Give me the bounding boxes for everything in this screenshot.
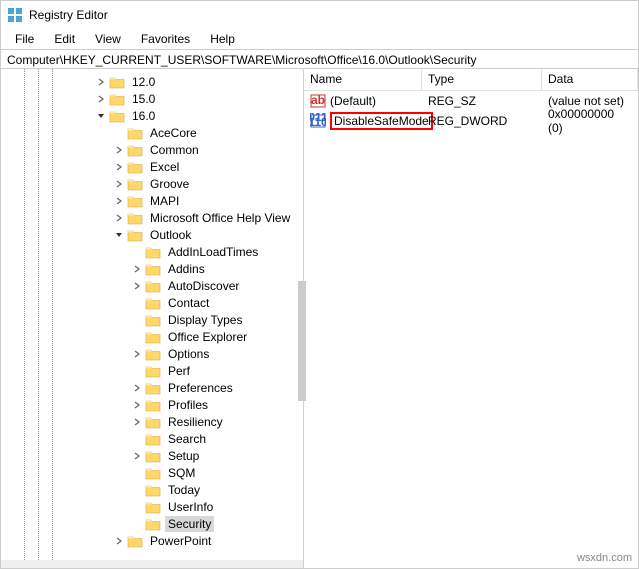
folder-icon: [145, 262, 161, 276]
chevron-right-icon[interactable]: [113, 195, 125, 207]
menu-favorites[interactable]: Favorites: [131, 30, 200, 48]
chevron-right-icon[interactable]: [113, 212, 125, 224]
chevron-right-icon[interactable]: [131, 399, 143, 411]
value-name-edit[interactable]: DisableSafeMode: [330, 112, 433, 130]
folder-icon: [145, 330, 161, 344]
chevron-right-icon[interactable]: [131, 382, 143, 394]
menu-edit[interactable]: Edit: [44, 30, 85, 48]
folder-icon: [145, 432, 161, 446]
grid-header: Name Type Data: [304, 69, 638, 91]
col-name[interactable]: Name: [304, 69, 422, 90]
chevron-right-icon[interactable]: [95, 76, 107, 88]
folder-icon: [145, 279, 161, 293]
chevron-right-icon[interactable]: [95, 93, 107, 105]
chevron-right-icon[interactable]: [131, 280, 143, 292]
folder-icon: [109, 75, 125, 89]
col-data[interactable]: Data: [542, 69, 638, 90]
values-pane[interactable]: Name Type Data (Default) REG_SZ (value n…: [303, 69, 638, 568]
folder-icon: [145, 500, 161, 514]
window-title: Registry Editor: [29, 8, 108, 22]
folder-icon: [127, 126, 143, 140]
folder-icon: [145, 245, 161, 259]
folder-icon: [145, 313, 161, 327]
watermark: wsxdn.com: [577, 552, 632, 564]
value-row-disablesafemode[interactable]: DisableSafeMode REG_DWORD 0x00000000 (0): [304, 111, 638, 131]
address-bar[interactable]: Computer\HKEY_CURRENT_USER\SOFTWARE\Micr…: [1, 49, 638, 69]
pane-splitter[interactable]: [298, 281, 306, 401]
folder-icon: [127, 228, 143, 242]
folder-icon: [145, 398, 161, 412]
chevron-right-icon[interactable]: [113, 161, 125, 173]
folder-icon: [145, 381, 161, 395]
folder-icon: [127, 143, 143, 157]
folder-icon: [145, 449, 161, 463]
title-bar: Registry Editor: [1, 1, 638, 29]
folder-icon: [127, 534, 143, 548]
chevron-right-icon[interactable]: [131, 416, 143, 428]
folder-icon: [145, 483, 161, 497]
menu-view[interactable]: View: [85, 30, 131, 48]
folder-icon: [145, 466, 161, 480]
chevron-right-icon[interactable]: [113, 144, 125, 156]
string-value-icon: [310, 93, 326, 109]
col-type[interactable]: Type: [422, 69, 542, 90]
tree-pane[interactable]: 12.0 15.0 16.0 AceCore Common Excel Groo…: [1, 69, 303, 568]
folder-icon: [145, 364, 161, 378]
chevron-right-icon[interactable]: [131, 450, 143, 462]
chevron-down-icon[interactable]: [95, 110, 107, 122]
folder-icon: [109, 109, 125, 123]
folder-icon: [127, 160, 143, 174]
folder-icon: [145, 415, 161, 429]
folder-icon: [145, 296, 161, 310]
folder-icon: [127, 177, 143, 191]
app-icon: [7, 7, 23, 23]
folder-icon: [127, 194, 143, 208]
binary-value-icon: [310, 113, 326, 129]
tree-horizontal-scrollbar[interactable]: [1, 560, 303, 568]
chevron-right-icon[interactable]: [113, 178, 125, 190]
menu-file[interactable]: File: [5, 30, 44, 48]
chevron-right-icon[interactable]: [113, 535, 125, 547]
chevron-right-icon[interactable]: [131, 348, 143, 360]
folder-icon: [145, 347, 161, 361]
folder-icon: [109, 92, 125, 106]
folder-icon: [145, 517, 161, 531]
chevron-right-icon[interactable]: [131, 263, 143, 275]
chevron-down-icon[interactable]: [113, 229, 125, 241]
menu-bar: File Edit View Favorites Help: [1, 29, 638, 49]
folder-icon: [127, 211, 143, 225]
menu-help[interactable]: Help: [200, 30, 245, 48]
